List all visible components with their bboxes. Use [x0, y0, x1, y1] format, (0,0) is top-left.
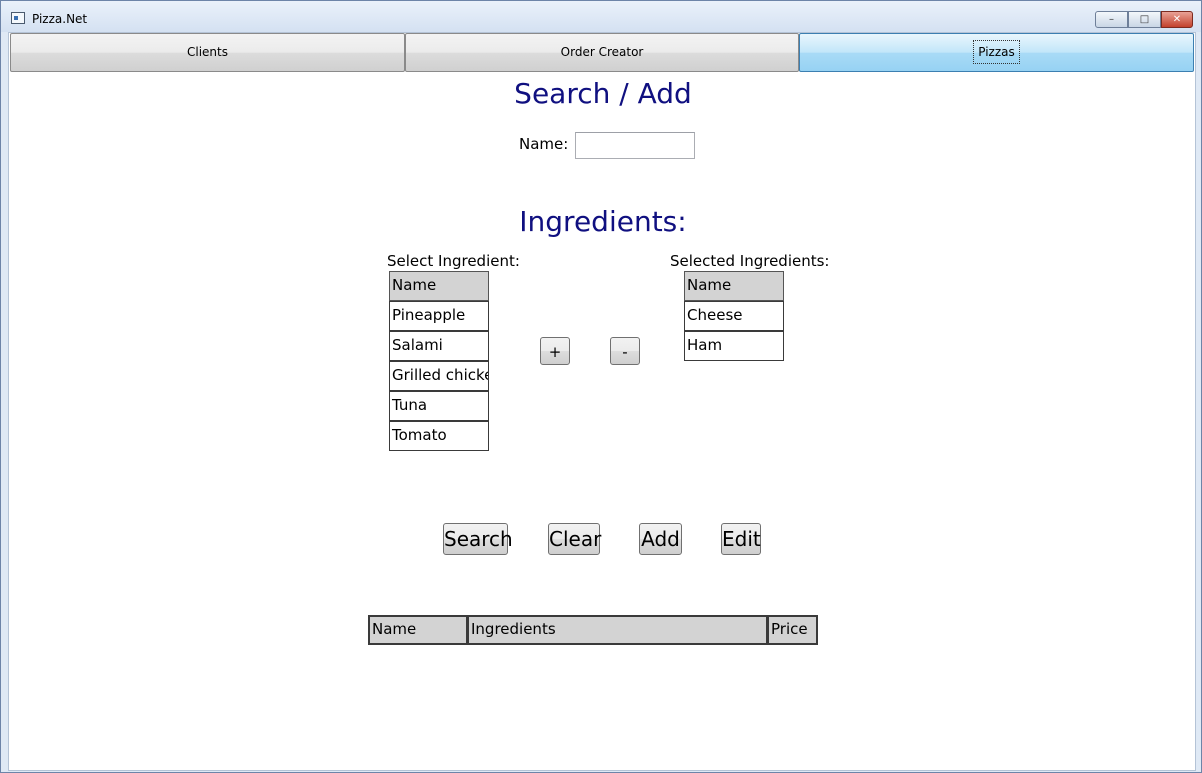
- remove-ingredient-button[interactable]: -: [610, 337, 640, 365]
- application-window: Pizza.Net – □ ✕ Clients Order Creator Pi…: [0, 0, 1202, 773]
- clear-button[interactable]: Clear: [548, 523, 601, 555]
- edit-button[interactable]: Edit: [721, 523, 761, 555]
- search-button[interactable]: Search: [443, 523, 513, 555]
- list-item[interactable]: Grilled chicken: [389, 361, 489, 391]
- list-item[interactable]: Cheese: [684, 301, 784, 331]
- name-label: Name:: [519, 135, 569, 153]
- column-header-price[interactable]: Price: [767, 615, 818, 645]
- column-header-ingredients[interactable]: Ingredients: [467, 615, 768, 645]
- list-item[interactable]: Tomato: [389, 421, 489, 451]
- tab-label: Pizzas: [973, 40, 1020, 64]
- list-item[interactable]: Salami: [389, 331, 489, 361]
- add-button[interactable]: Add: [639, 523, 682, 555]
- app-icon: [11, 12, 25, 24]
- tab-label: Order Creator: [560, 45, 644, 59]
- select-ingredient-label: Select Ingredient:: [387, 252, 520, 270]
- title-bar: Pizza.Net – □ ✕: [1, 1, 1201, 32]
- column-header-name[interactable]: Name: [389, 271, 489, 301]
- add-ingredient-button[interactable]: +: [540, 337, 570, 365]
- list-item[interactable]: Pineapple: [389, 301, 489, 331]
- close-button[interactable]: ✕: [1161, 11, 1193, 28]
- column-header-name[interactable]: Name: [684, 271, 784, 301]
- minimize-button[interactable]: –: [1095, 11, 1128, 28]
- list-item[interactable]: Tuna: [389, 391, 489, 421]
- tab-pizzas[interactable]: Pizzas: [799, 33, 1194, 72]
- list-item[interactable]: Ham: [684, 331, 784, 361]
- tab-clients[interactable]: Clients: [10, 33, 405, 72]
- client-area: Clients Order Creator Pizzas Search / Ad…: [8, 32, 1196, 771]
- selected-ingredients-label: Selected Ingredients:: [670, 252, 830, 270]
- maximize-button[interactable]: □: [1128, 11, 1161, 28]
- tab-order-creator[interactable]: Order Creator: [405, 33, 799, 72]
- name-input[interactable]: [575, 132, 695, 159]
- tab-label: Clients: [187, 45, 228, 59]
- column-header-name[interactable]: Name: [368, 615, 468, 645]
- search-add-heading: Search / Add: [514, 77, 692, 110]
- ingredients-heading: Ingredients:: [519, 205, 687, 238]
- window-title: Pizza.Net: [32, 12, 88, 26]
